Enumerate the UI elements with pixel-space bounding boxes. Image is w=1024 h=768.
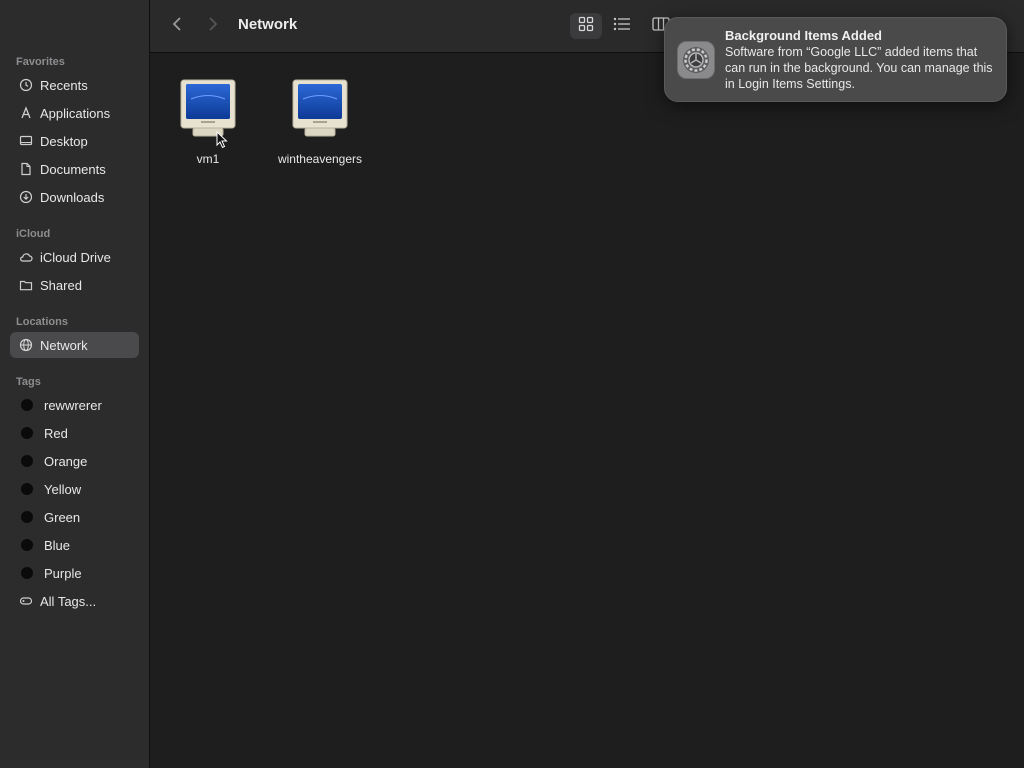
sidebar-tag-yellow[interactable]: Yellow (10, 476, 139, 502)
desktop-icon (19, 134, 33, 148)
list-view-button[interactable] (606, 13, 638, 39)
tag-dot-icon (21, 539, 33, 551)
chevron-right-icon (208, 16, 218, 37)
sidebar-item-label: Desktop (40, 133, 88, 149)
sidebar-item-label: Network (40, 337, 88, 353)
sidebar-tag-purple[interactable]: Purple (10, 560, 139, 586)
sidebar-item-label: Yellow (44, 481, 82, 497)
notification-banner[interactable]: Background Items Added Software from “Go… (664, 17, 1007, 102)
sidebar-item-applications[interactable]: Applications (10, 100, 139, 126)
grid-icon (578, 16, 594, 37)
network-item-vm1[interactable]: vm1 (158, 79, 258, 166)
sidebar-item-label: Shared (40, 277, 82, 293)
tag-dot-icon (21, 567, 33, 579)
mouse-cursor-icon (216, 130, 228, 149)
cloud-icon (19, 250, 33, 264)
sidebar-item-network[interactable]: Network (10, 332, 139, 358)
sidebar-item-label: Green (44, 509, 81, 525)
sidebar-item-label: Recents (40, 77, 88, 93)
tag-icon (19, 594, 33, 608)
favorites-section-label: Favorites (16, 56, 65, 68)
applications-icon (19, 106, 33, 120)
sidebar-item-shared[interactable]: Shared (10, 272, 139, 298)
sidebar-item-label: Purple (44, 565, 82, 581)
sidebar-tag-green[interactable]: Green (10, 504, 139, 530)
back-button[interactable] (165, 14, 189, 38)
icloud-section-label: iCloud (16, 228, 51, 240)
sidebar-item-downloads[interactable]: Downloads (10, 184, 139, 210)
sidebar-all-tags[interactable]: All Tags... (10, 588, 139, 614)
sidebar-item-label: All Tags... (40, 593, 97, 609)
clock-icon (19, 78, 33, 92)
tag-dot-icon (21, 511, 33, 523)
item-label: wintheavengers (277, 152, 363, 166)
forward-button[interactable] (201, 14, 225, 38)
sidebar-tag-rewwrerer[interactable]: rewwrerer (10, 392, 139, 418)
tag-dot-icon (21, 455, 33, 467)
sidebar-item-desktop[interactable]: Desktop (10, 128, 139, 154)
computer-icon (291, 79, 349, 144)
locations-section-label: Locations (16, 316, 68, 328)
sidebar-tag-orange[interactable]: Orange (10, 448, 139, 474)
sidebar-item-label: rewwrerer (44, 397, 102, 413)
sidebar-item-label: iCloud Drive (40, 249, 111, 265)
chevron-left-icon (172, 16, 182, 37)
sidebar-item-recents[interactable]: Recents (10, 72, 139, 98)
tag-dot-icon (21, 483, 33, 495)
file-browser-content: vm1 wintheavengers (150, 53, 1024, 768)
network-item-wintheavengers[interactable]: wintheavengers (270, 79, 370, 166)
sidebar-item-label: Blue (44, 537, 71, 553)
tag-dot-icon (21, 427, 33, 439)
item-label: vm1 (196, 152, 220, 166)
tag-dot-icon (21, 399, 33, 411)
sidebar-item-documents[interactable]: Documents (10, 156, 139, 182)
notification-body: Software from “Google LLC” added items t… (725, 45, 993, 91)
icon-view-button[interactable] (570, 13, 602, 39)
list-icon (613, 17, 631, 36)
sidebar-tag-red[interactable]: Red (10, 420, 139, 446)
sidebar-item-label: Downloads (40, 189, 105, 205)
shared-folder-icon (19, 278, 33, 292)
computer-icon (179, 79, 237, 144)
globe-icon (19, 338, 33, 352)
settings-gear-icon (677, 41, 715, 79)
tags-section-label: Tags (16, 376, 41, 388)
sidebar-tag-blue[interactable]: Blue (10, 532, 139, 558)
sidebar-item-label: Red (44, 425, 68, 441)
sidebar-item-icloud-drive[interactable]: iCloud Drive (10, 244, 139, 270)
window-title: Network (238, 16, 298, 33)
notification-title: Background Items Added (725, 28, 882, 43)
sidebar-item-label: Orange (44, 453, 88, 469)
sidebar-item-label: Documents (40, 161, 106, 177)
sidebar: Favorites Recents Applications Desktop D… (0, 0, 150, 768)
download-icon (19, 190, 33, 204)
document-icon (19, 162, 33, 176)
sidebar-item-label: Applications (40, 105, 111, 121)
